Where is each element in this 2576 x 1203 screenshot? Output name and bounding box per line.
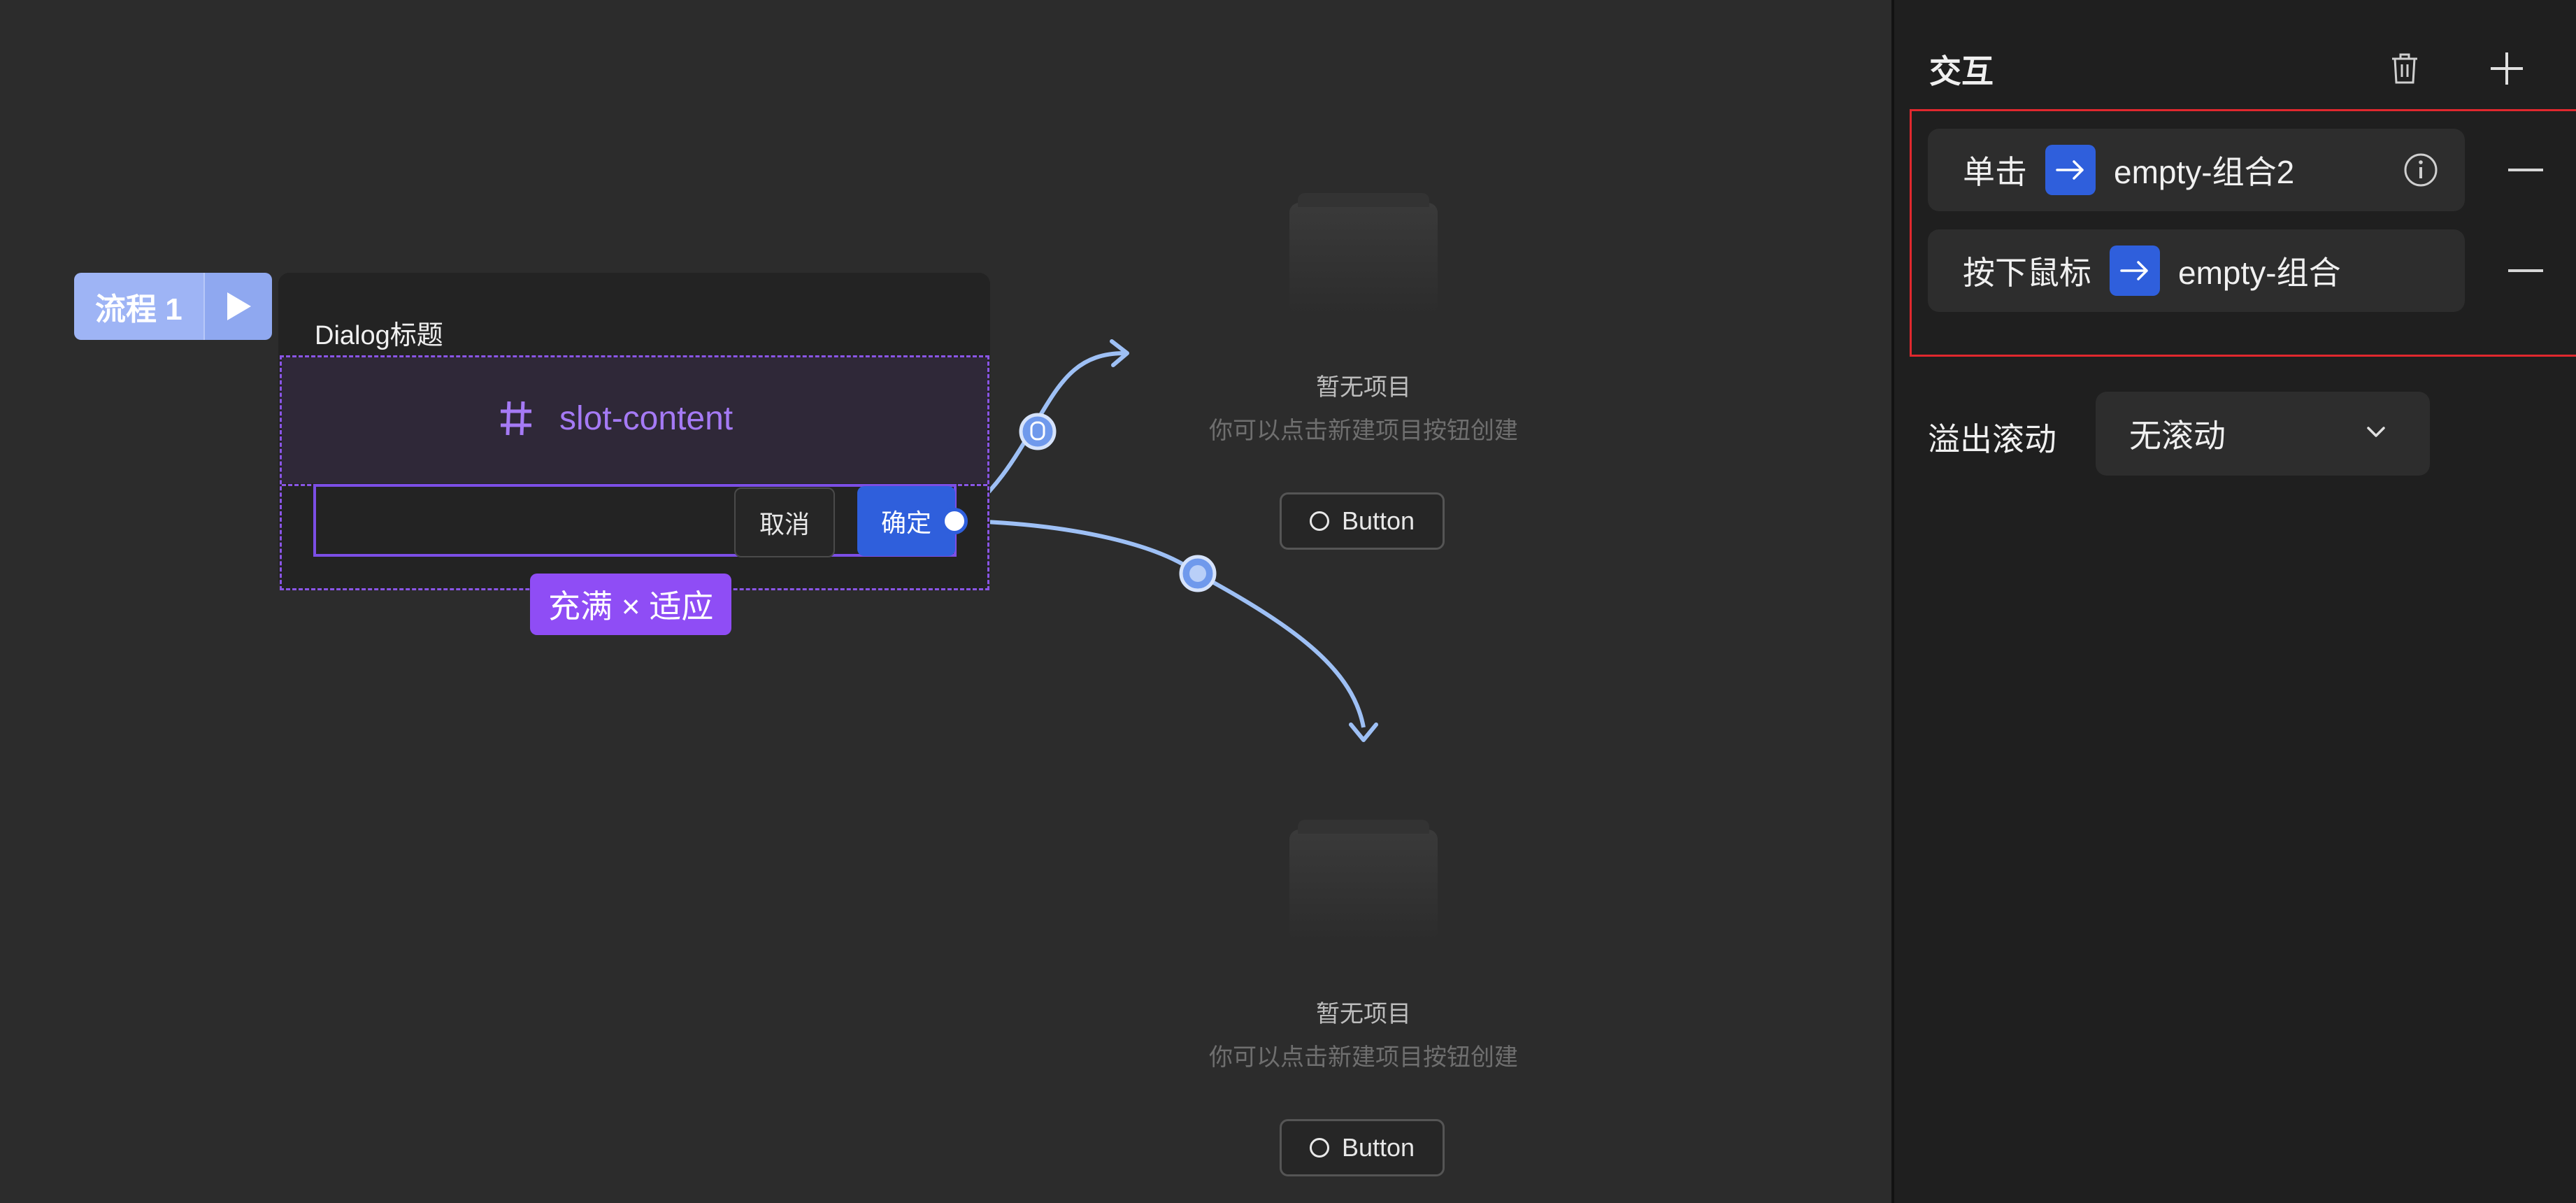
connection-handle[interactable] bbox=[941, 508, 968, 534]
chevron-down-icon bbox=[2367, 427, 2385, 437]
arrow-right-icon bbox=[2045, 145, 2096, 195]
circle-icon bbox=[1309, 1138, 1329, 1158]
flow-tag[interactable]: 流程 1 bbox=[74, 273, 272, 340]
interaction-row[interactable]: 按下鼠标 empty-组合 bbox=[1928, 229, 2465, 312]
add-interaction-button[interactable] bbox=[2486, 48, 2528, 90]
remove-interaction-button[interactable] bbox=[2508, 269, 2543, 272]
panel-title: 交互 bbox=[1929, 53, 1994, 90]
interaction-target[interactable]: empty-组合2 bbox=[2114, 147, 2294, 193]
connector-arrow-2 bbox=[1349, 722, 1378, 742]
empty-state-button-label: Button bbox=[1341, 506, 1415, 535]
plus-icon bbox=[2491, 52, 2523, 85]
design-canvas[interactable]: 流程 1 Dialog标题 slot-content 取消 确定 充满 × 适应… bbox=[0, 0, 1891, 1203]
connector-node-2-inner bbox=[1189, 565, 1206, 582]
trash-icon bbox=[2392, 53, 2417, 84]
connector-node-2[interactable] bbox=[1179, 555, 1217, 592]
empty-state-illustration bbox=[1289, 820, 1438, 941]
empty-state-illustration bbox=[1289, 193, 1438, 315]
overflow-select[interactable]: 无滚动 bbox=[2096, 392, 2430, 476]
interaction-target[interactable]: empty-组合 bbox=[2178, 248, 2341, 294]
interaction-trigger[interactable]: 单击 bbox=[1963, 147, 2027, 193]
play-icon bbox=[227, 292, 251, 320]
connector-arrow-1 bbox=[1110, 339, 1129, 367]
slot-content-label: slot-content bbox=[559, 399, 734, 437]
overflow-label: 溢出滚动 bbox=[1928, 421, 2056, 457]
empty-state-button[interactable]: Button bbox=[1280, 492, 1445, 550]
delete-button[interactable] bbox=[2384, 48, 2426, 90]
flow-label: 流程 1 bbox=[74, 273, 203, 340]
connector-line-2[interactable] bbox=[967, 519, 1366, 728]
connector-layer bbox=[955, 339, 1378, 742]
empty-state-title: 暂无项目 bbox=[1316, 374, 1411, 401]
overflow-select-value: 无滚动 bbox=[2129, 418, 2226, 454]
cancel-button[interactable]: 取消 bbox=[734, 487, 835, 557]
connector-node-1[interactable] bbox=[1019, 413, 1057, 450]
empty-state-button-label: Button bbox=[1341, 1133, 1415, 1162]
empty-state-subtitle: 你可以点击新建项目按钮创建 bbox=[1209, 418, 1518, 444]
info-icon[interactable] bbox=[2403, 152, 2438, 187]
size-mode-tag[interactable]: 充满 × 适应 bbox=[530, 574, 732, 635]
interaction-row[interactable]: 单击 empty-组合2 bbox=[1928, 129, 2465, 211]
connector-node-1-mouse-icon bbox=[1030, 421, 1045, 441]
empty-state-subtitle: 你可以点击新建项目按钮创建 bbox=[1209, 1044, 1518, 1071]
remove-interaction-button[interactable] bbox=[2508, 169, 2543, 171]
empty-state-title: 暂无项目 bbox=[1316, 1001, 1411, 1027]
circle-icon bbox=[1309, 511, 1329, 531]
interaction-trigger[interactable]: 按下鼠标 bbox=[1963, 248, 2091, 294]
dialog-title: Dialog标题 bbox=[315, 321, 443, 350]
slot-content-placeholder: slot-content bbox=[498, 399, 733, 438]
play-button[interactable] bbox=[203, 273, 272, 340]
arrow-right-icon bbox=[2110, 245, 2160, 296]
hash-icon bbox=[501, 401, 531, 436]
confirm-button[interactable]: 确定 bbox=[857, 486, 955, 556]
properties-panel: 交互 单击 empty-组合2 按下鼠标 empty-组合 溢出滚动 无滚动 bbox=[1891, 0, 2576, 1203]
empty-state-button[interactable]: Button bbox=[1280, 1119, 1445, 1176]
